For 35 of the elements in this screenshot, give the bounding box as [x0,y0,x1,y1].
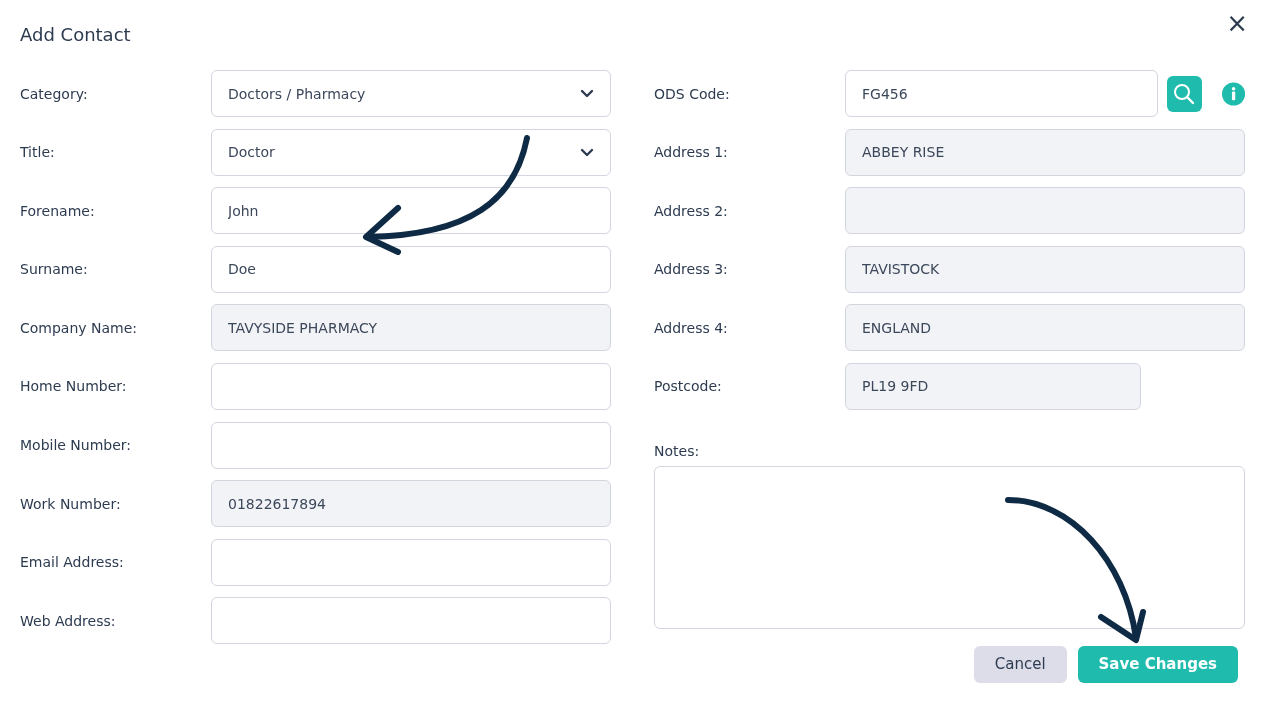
search-button[interactable] [1167,75,1202,112]
text-field[interactable] [211,597,611,645]
field-label: Work Number: [20,495,121,512]
text-field[interactable] [211,362,611,410]
field-label: Postcode: [654,378,722,395]
field-label: Title: [20,144,55,161]
field-label: Address 1: [654,144,728,161]
field-label: Category: [20,85,88,102]
field-label: Address 2: [654,202,728,219]
text-field[interactable]: John [211,187,611,235]
dialog-title: Add Contact [20,23,131,45]
field-label: Notes: [654,442,701,459]
text-field[interactable]: Doe [211,245,611,293]
field-label: Address 4: [654,319,728,336]
text-field[interactable]: FG456 [845,70,1159,117]
notes-field[interactable] [654,466,1245,630]
cancel-button[interactable]: Cancel [973,645,1067,683]
field-label: Address 3: [654,261,728,278]
chevron-down-icon [580,147,594,157]
info-icon[interactable] [1221,81,1245,106]
field-label: Web Address: [20,612,116,629]
search-icon [1173,82,1196,105]
field-label: Surname: [20,261,88,278]
field-label: Email Address: [20,554,124,571]
field-label: Mobile Number: [20,437,132,454]
field-label: Home Number: [20,378,127,395]
close-button[interactable]: × [1226,10,1248,36]
text-field[interactable] [211,538,611,586]
field-label: Company Name: [20,319,138,336]
dropdown[interactable]: Doctors / Pharmacy [211,70,611,117]
field-label: ODS Code: [654,85,730,102]
text-field[interactable] [211,421,611,469]
chevron-down-icon [580,89,594,98]
field-label: Forename: [20,202,95,219]
dropdown[interactable]: Doctor [211,128,611,176]
